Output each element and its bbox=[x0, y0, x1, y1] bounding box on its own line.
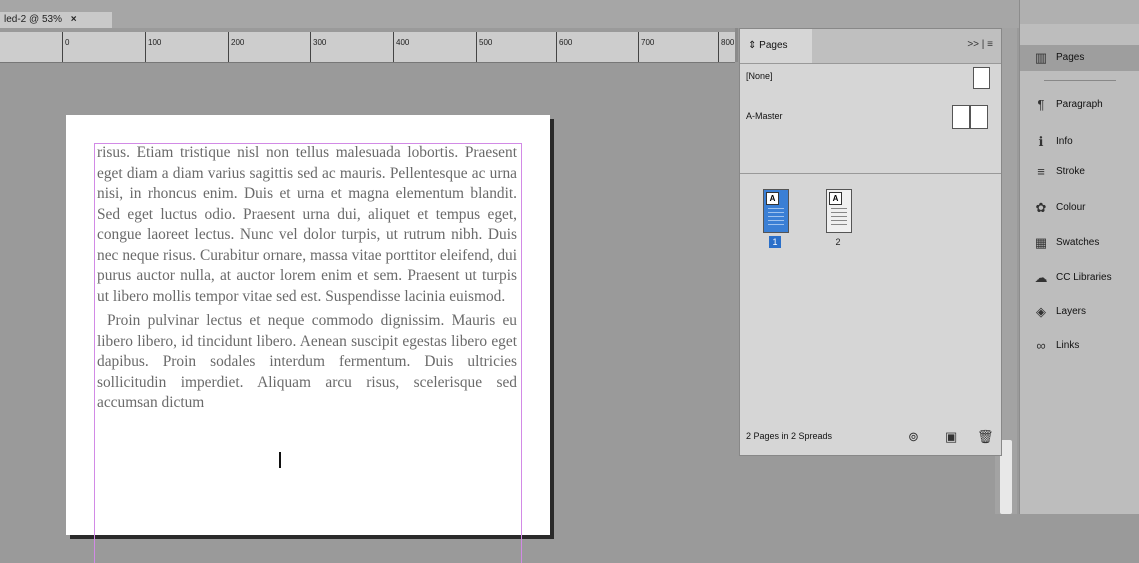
document-tab-title: led-2 @ 53% bbox=[4, 14, 62, 25]
document-tab[interactable]: led-2 @ 53% × bbox=[0, 12, 112, 28]
dock-item-label: Paragraph bbox=[1056, 99, 1103, 110]
page-number[interactable]: 1 bbox=[769, 236, 781, 248]
text-paragraph: risus. Etiam tristique nisl non tellus m… bbox=[97, 144, 517, 305]
panel-divider bbox=[740, 173, 1001, 174]
dock-item-label: Links bbox=[1056, 340, 1080, 351]
swatches-icon: ▦ bbox=[1034, 235, 1048, 250]
close-icon[interactable]: × bbox=[71, 14, 77, 25]
page-count-label: 2 Pages in 2 Spreads bbox=[746, 431, 833, 441]
info-icon: ℹ bbox=[1038, 134, 1044, 149]
chevron-icon[interactable]: ⇕ bbox=[748, 40, 759, 51]
ruler-label: 300 bbox=[310, 32, 326, 62]
tab-pages[interactable]: ⇕ Pages bbox=[740, 29, 812, 63]
dock-item-label: Swatches bbox=[1056, 237, 1100, 248]
dock-item-label: Info bbox=[1056, 136, 1073, 147]
dock-item-swatches[interactable]: ▦ Swatches bbox=[1020, 230, 1139, 256]
ruler-label: 800 bbox=[718, 32, 734, 62]
dock-item-info[interactable]: ℹ Info bbox=[1020, 129, 1139, 155]
panel-footer: 2 Pages in 2 Spreads ⊚ ▣ 🗑 bbox=[740, 421, 1001, 455]
stroke-icon: ≡ bbox=[1037, 164, 1045, 179]
ruler-label: 200 bbox=[228, 32, 244, 62]
dock-item-links[interactable]: ∞ Links bbox=[1020, 333, 1139, 359]
cc-libraries-icon: ☁ bbox=[1034, 270, 1048, 285]
tab-label: Pages bbox=[759, 40, 788, 51]
ruler-label: 700 bbox=[638, 32, 654, 62]
dock-item-label: Layers bbox=[1056, 306, 1087, 317]
master-letter: A bbox=[766, 192, 779, 205]
master-none-thumbnail[interactable] bbox=[973, 67, 990, 89]
page-1-thumbnail[interactable]: A bbox=[763, 189, 789, 233]
text-paragraph: Proin pulvinar lectus et neque commodo d… bbox=[97, 312, 517, 411]
dock-item-layers[interactable]: ◈ Layers bbox=[1020, 299, 1139, 325]
dock-item-label: Colour bbox=[1056, 202, 1086, 213]
pages-icon: ▥ bbox=[1034, 50, 1048, 65]
master-a-right-thumbnail[interactable] bbox=[970, 105, 988, 129]
ruler-label: 600 bbox=[556, 32, 572, 62]
master-letter: A bbox=[829, 192, 842, 205]
resize-icon[interactable]: ⊚ bbox=[908, 429, 919, 445]
ruler-divider bbox=[735, 28, 738, 62]
panel-menu-icon[interactable]: >> | ≡ bbox=[967, 39, 993, 50]
dock-separator bbox=[1044, 80, 1116, 81]
ruler-label: 100 bbox=[145, 32, 161, 62]
horizontal-ruler[interactable]: 0 100 200 300 400 500 600 700 800 bbox=[0, 32, 735, 63]
paragraph-icon: ¶ bbox=[1037, 97, 1045, 112]
new-page-icon[interactable]: ▣ bbox=[945, 429, 957, 445]
links-icon: ∞ bbox=[1036, 338, 1046, 353]
dock-item-stroke[interactable]: ≡ Stroke bbox=[1020, 159, 1139, 185]
delete-icon[interactable]: 🗑 bbox=[977, 429, 994, 445]
dock-item-label: Pages bbox=[1056, 52, 1085, 63]
panel-dock: ▥ Pages ¶ Paragraph ℹ Info ≡ Stroke ✿ Co… bbox=[1019, 0, 1139, 514]
master-a-left-thumbnail[interactable] bbox=[952, 105, 970, 129]
dock-item-label: Stroke bbox=[1056, 166, 1085, 177]
page-number[interactable]: 2 bbox=[832, 236, 844, 248]
dock-item-paragraph[interactable]: ¶ Paragraph bbox=[1020, 92, 1139, 118]
panel-header: ⇕ Pages >> | ≡ bbox=[740, 29, 1001, 64]
dock-item-pages[interactable]: ▥ Pages bbox=[1020, 45, 1139, 71]
document-tab-bar: led-2 @ 53% × bbox=[0, 0, 1020, 28]
pages-panel: ⇕ Pages >> | ≡ [None] A-Master A 1 A 2 2… bbox=[739, 28, 1002, 456]
dock-item-colour[interactable]: ✿ Colour bbox=[1020, 195, 1139, 221]
master-a-label[interactable]: A-Master bbox=[746, 111, 783, 121]
ruler-label: 0 bbox=[62, 32, 69, 62]
ruler-label: 400 bbox=[393, 32, 409, 62]
dock-item-label: CC Libraries bbox=[1056, 272, 1112, 283]
text-cursor bbox=[279, 452, 281, 468]
layers-icon: ◈ bbox=[1036, 304, 1046, 319]
text-frame[interactable]: risus. Etiam tristique nisl non tellus m… bbox=[97, 143, 517, 418]
dock-item-cc-libraries[interactable]: ☁ CC Libraries bbox=[1020, 265, 1139, 291]
page-2-thumbnail[interactable]: A bbox=[826, 189, 852, 233]
colour-icon: ✿ bbox=[1035, 200, 1047, 215]
master-none-label[interactable]: [None] bbox=[746, 71, 773, 81]
dock-header[interactable] bbox=[1020, 0, 1139, 24]
ruler-label: 500 bbox=[476, 32, 492, 62]
